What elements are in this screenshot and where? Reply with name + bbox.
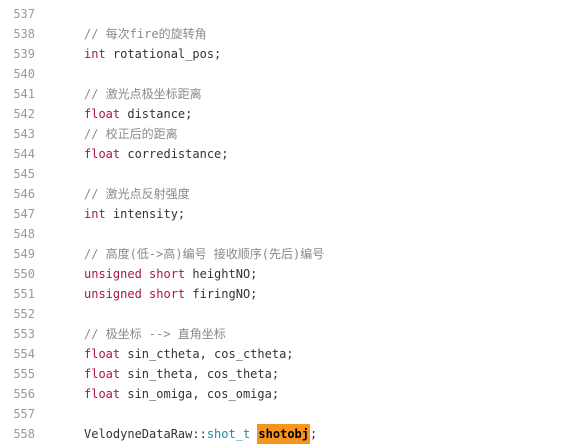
code-text: float distance; <box>84 104 192 124</box>
code-text: float sin_theta, cos_theta; <box>84 364 279 384</box>
code-line: 552 <box>0 304 586 324</box>
code-line: 557 <box>0 404 586 424</box>
code-comment: // 极坐标 --> 直角坐标 <box>84 327 226 341</box>
code-line: 554 float sin_ctheta, cos_ctheta; <box>0 344 586 364</box>
line-number: 551 <box>13 287 35 301</box>
code-line: 538 // 每次fire的旋转角 <box>0 24 586 44</box>
line-number: 541 <box>13 87 35 101</box>
code-text: // 激光点反射强度 <box>84 184 190 204</box>
code-line: 542 float distance; <box>0 104 586 124</box>
code-token: distance; <box>120 107 193 121</box>
code-keyword: float <box>84 367 121 381</box>
line-number: 539 <box>13 47 35 61</box>
code-keyword: float <box>84 107 121 121</box>
code-token: sin_ctheta, cos_ctheta; <box>120 347 294 361</box>
search-highlight: shotobj <box>257 424 310 444</box>
code-line: 549 // 高度(低->高)编号 接收顺序(先后)编号 <box>0 244 586 264</box>
line-number: 555 <box>13 367 35 381</box>
code-text: // 极坐标 --> 直角坐标 <box>84 324 226 344</box>
code-text: float sin_omiga, cos_omiga; <box>84 384 279 404</box>
line-number: 556 <box>13 387 35 401</box>
code-line: 539 int rotational_pos; <box>0 44 586 64</box>
code-keyword: float <box>84 147 121 161</box>
code-text: int intensity; <box>84 204 185 224</box>
code-keyword: int <box>84 207 106 221</box>
code-keyword: short <box>149 267 186 281</box>
code-line: 555 float sin_theta, cos_theta; <box>0 364 586 384</box>
line-number: 542 <box>13 107 35 121</box>
code-comment: // 每次fire的旋转角 <box>84 27 207 41</box>
line-number: 557 <box>13 407 35 421</box>
code-line: 550 unsigned short heightNO; <box>0 264 586 284</box>
code-viewer: 537 538 // 每次fire的旋转角 539 int rotational_pos… <box>0 0 586 446</box>
line-number: 553 <box>13 327 35 341</box>
line-number: 547 <box>13 207 35 221</box>
code-text: // 每次fire的旋转角 <box>84 24 207 44</box>
line-number: 558 <box>13 427 35 441</box>
code-line: 556 float sin_omiga, cos_omiga; <box>0 384 586 404</box>
code-token: firingNO; <box>185 287 258 301</box>
code-line: 551 unsigned short firingNO; <box>0 284 586 304</box>
code-line: 548 <box>0 224 586 244</box>
code-text: float sin_ctheta, cos_ctheta; <box>84 344 294 364</box>
line-number: 554 <box>13 347 35 361</box>
code-line: 544 float corredistance; <box>0 144 586 164</box>
code-token: corredistance; <box>120 147 229 161</box>
code-text: unsigned short heightNO; <box>84 264 257 284</box>
code-line: 547 int intensity; <box>0 204 586 224</box>
code-token: rotational_pos; <box>105 47 222 61</box>
code-keyword: unsigned <box>84 267 142 281</box>
code-comment: // 校正后的距离 <box>84 127 178 141</box>
code-line: 553 // 极坐标 --> 直角坐标 <box>0 324 586 344</box>
code-line: 545 <box>0 164 586 184</box>
code-comment: // 激光点极坐标距离 <box>84 87 202 101</box>
code-text: VelodyneDataRaw:: shot_t shotobj; <box>84 424 317 444</box>
line-number: 538 <box>13 27 35 41</box>
line-number: 549 <box>13 247 35 261</box>
code-token: sin_theta, cos_theta; <box>120 367 280 381</box>
line-number: 550 <box>13 267 35 281</box>
code-line: 541 // 激光点极坐标距离 <box>0 84 586 104</box>
code-keyword: int <box>84 47 106 61</box>
code-keyword: float <box>84 347 121 361</box>
code-text: float corredistance; <box>84 144 229 164</box>
line-number: 552 <box>13 307 35 321</box>
code-text: int rotational_pos; <box>84 44 221 64</box>
code-text: // 校正后的距离 <box>84 124 178 144</box>
line-number: 548 <box>13 227 35 241</box>
code-line: 537 <box>0 4 586 24</box>
code-line: 543 // 校正后的距离 <box>0 124 586 144</box>
line-number: 543 <box>13 127 35 141</box>
line-number: 546 <box>13 187 35 201</box>
code-token: intensity; <box>105 207 186 221</box>
code-token: heightNO; <box>185 267 258 281</box>
code-text: // 激光点极坐标距离 <box>84 84 202 104</box>
code-keyword: unsigned <box>84 287 142 301</box>
line-number: 545 <box>13 167 35 181</box>
code-text: unsigned short firingNO; <box>84 284 257 304</box>
line-number: 537 <box>13 7 35 21</box>
code-line: 540 <box>0 64 586 84</box>
code-token: VelodyneDataRaw:: <box>84 427 207 441</box>
code-token: ; <box>310 427 318 441</box>
code-keyword: float <box>84 387 121 401</box>
line-number: 540 <box>13 67 35 81</box>
code-type: shot_t <box>206 427 251 441</box>
code-token: sin_omiga, cos_omiga; <box>120 387 280 401</box>
line-number: 544 <box>13 147 35 161</box>
code-line: 558 VelodyneDataRaw:: shot_t shotobj; <box>0 424 586 444</box>
code-keyword: short <box>149 287 186 301</box>
code-comment: // 高度(低->高)编号 接收顺序(先后)编号 <box>84 247 325 261</box>
code-text: // 高度(低->高)编号 接收顺序(先后)编号 <box>84 244 324 264</box>
code-line: 546 // 激光点反射强度 <box>0 184 586 204</box>
code-comment: // 激光点反射强度 <box>84 187 190 201</box>
